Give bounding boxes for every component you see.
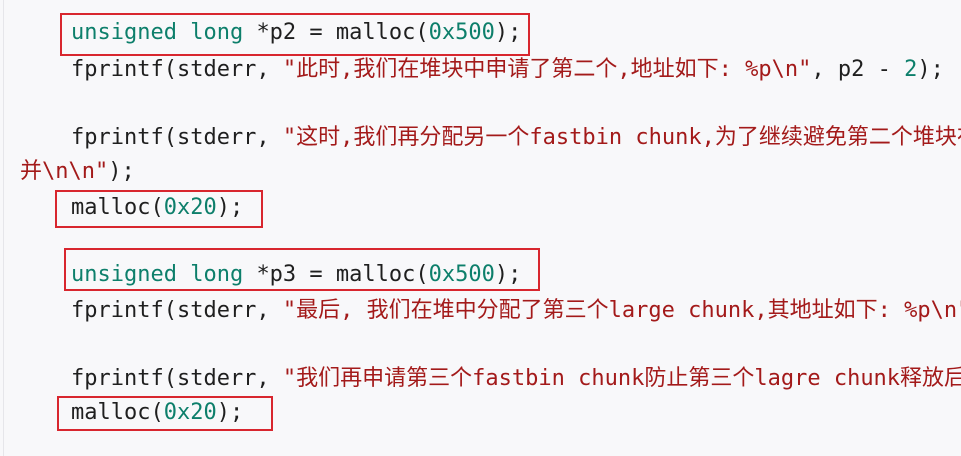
code-token: 2 xyxy=(904,57,918,82)
code-token: 并\n\n" xyxy=(20,159,109,184)
highlight-box-p3 xyxy=(64,248,540,291)
code-token: fprintf(stderr, xyxy=(71,125,283,150)
code-token: fprintf(stderr, xyxy=(71,57,283,82)
code-token: "我们再申请第三个fastbin chunk防止第三个lagre chunk释放… xyxy=(282,366,961,391)
code-line: 并\n\n"); xyxy=(20,157,135,187)
code-token: ); xyxy=(917,57,944,82)
code-token: fprintf(stderr, xyxy=(71,366,283,391)
code-token: "此时,我们在堆块中申请了第二个,地址如下: %p\n" xyxy=(282,57,812,82)
code-line: fprintf(stderr, "这时,我们再分配另一个fastbin chun… xyxy=(71,123,961,153)
code-token: ); xyxy=(108,159,135,184)
code-panel: unsigned long *p2 = malloc(0x500); fprin… xyxy=(0,0,961,456)
highlight-box-p2 xyxy=(60,13,530,56)
highlight-box-malloc-2 xyxy=(57,396,273,431)
code-token: , p2 - xyxy=(811,57,905,82)
code-token: fprintf(stderr, xyxy=(71,298,283,323)
code-token: "这时,我们再分配另一个fastbin chunk,为了继续避免第二个堆块在 xyxy=(282,125,961,150)
highlight-box-malloc-1 xyxy=(55,190,263,228)
code-gutter-line xyxy=(3,0,4,456)
code-token: "最后, 我们在堆中分配了第三个large chunk,其地址如下: %p\n" xyxy=(282,298,961,323)
code-line: fprintf(stderr, "我们再申请第三个fastbin chunk防止… xyxy=(71,364,961,394)
code-line: fprintf(stderr, "此时,我们在堆块中申请了第二个,地址如下: %… xyxy=(71,55,944,85)
code-line: fprintf(stderr, "最后, 我们在堆中分配了第三个large ch… xyxy=(71,296,961,326)
